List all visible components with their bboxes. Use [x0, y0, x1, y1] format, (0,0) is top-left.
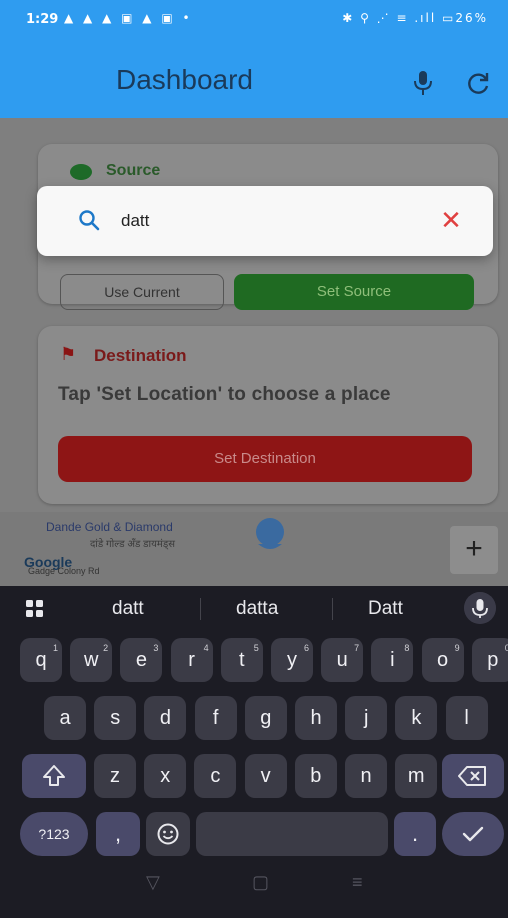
emoji-key[interactable]	[146, 812, 190, 856]
key-z[interactable]: z	[94, 754, 136, 798]
emoji-icon	[157, 823, 179, 845]
key-number-hint: 6	[303, 643, 309, 653]
key-x[interactable]: x	[144, 754, 187, 798]
key-label: p	[487, 649, 499, 671]
system-nav-bar: ▽ ▢ ≡	[0, 854, 508, 918]
key-label: i	[390, 649, 395, 671]
destination-card: ⚑ Destination Tap 'Set Location' to choo…	[38, 326, 498, 504]
suggestion-item[interactable]: datta	[236, 598, 278, 620]
map-pin-icon	[256, 518, 284, 549]
space-key[interactable]	[196, 812, 388, 856]
suggestion-divider	[332, 598, 333, 620]
period-key[interactable]: .	[394, 812, 436, 856]
app-bar: Dashboard	[0, 38, 508, 118]
key-label: w	[83, 649, 99, 671]
key-d[interactable]: d	[144, 696, 187, 740]
clear-search-button[interactable]: ✕	[435, 204, 467, 236]
key-h[interactable]: h	[295, 696, 337, 740]
destination-hint: Tap 'Set Location' to choose a place	[58, 384, 391, 405]
backspace-icon	[458, 766, 486, 786]
key-l[interactable]: l	[445, 696, 488, 740]
map-place-label: Dande Gold & Diamond	[46, 520, 173, 534]
flag-icon: ⚑	[60, 344, 77, 364]
suggestion-item[interactable]: Datt	[368, 598, 403, 620]
key-number-hint: 2	[103, 643, 109, 653]
system-status-icons: ✱ ⚲ ⋰ ≡ .ıll ▭26%	[342, 11, 488, 25]
key-w[interactable]: w2	[70, 638, 113, 682]
keyboard-microphone-icon[interactable]	[464, 592, 496, 624]
suggestion-item[interactable]: datt	[112, 598, 144, 620]
key-label: t	[239, 649, 245, 671]
key-s[interactable]: s	[94, 696, 137, 740]
key-label: y	[287, 649, 297, 671]
key-label: q	[35, 649, 47, 671]
key-r[interactable]: r4	[170, 638, 213, 682]
map-view[interactable]: Dande Gold & Diamond दांडे गोल्ड अँड डाय…	[0, 512, 508, 586]
key-number-hint: 1	[52, 643, 58, 653]
key-label: o	[437, 649, 449, 671]
key-j[interactable]: j	[345, 696, 388, 740]
key-e[interactable]: e3	[120, 638, 163, 682]
key-v[interactable]: v	[244, 754, 287, 798]
destination-title: Destination	[94, 346, 187, 365]
home-nav-icon[interactable]: ▢	[252, 872, 269, 893]
use-current-button[interactable]: Use Current	[60, 274, 224, 310]
key-f[interactable]: f	[194, 696, 237, 740]
key-number-hint: 3	[153, 643, 159, 653]
source-title: Source	[106, 162, 161, 179]
shift-icon	[43, 765, 65, 786]
key-label: r	[188, 649, 195, 671]
key-g[interactable]: g	[244, 696, 287, 740]
shift-key[interactable]	[22, 754, 86, 798]
key-label: e	[135, 649, 147, 671]
key-q[interactable]: q1	[20, 638, 62, 682]
status-bar: 1:29 ▲ ▲ ▲ ▣ ▲ ▣ • ✱ ⚲ ⋰ ≡ .ıll ▭26%	[0, 0, 508, 38]
key-number-hint: 9	[454, 643, 460, 653]
map-area-label: Gadge Colony Rd	[28, 566, 100, 576]
key-k[interactable]: k	[395, 696, 438, 740]
key-number-hint: 7	[354, 643, 360, 653]
search-icon	[79, 210, 100, 231]
key-c[interactable]: c	[194, 754, 237, 798]
key-number-hint: 8	[404, 643, 410, 653]
enter-key[interactable]	[442, 812, 504, 856]
zoom-in-button[interactable]: +	[450, 526, 498, 574]
symbols-key[interactable]: ?123	[20, 812, 88, 856]
set-source-button[interactable]: Set Source	[234, 274, 474, 310]
key-u[interactable]: u7	[321, 638, 364, 682]
apps-grid-icon[interactable]	[26, 600, 44, 618]
key-m[interactable]: m	[395, 754, 438, 798]
comma-key[interactable]: ,	[96, 812, 140, 856]
search-bar: ✕	[37, 186, 493, 256]
key-i[interactable]: i8	[371, 638, 414, 682]
key-y[interactable]: y6	[271, 638, 313, 682]
suggestion-divider	[200, 598, 201, 620]
suggestion-strip: datt datta Datt	[0, 586, 508, 630]
search-input[interactable]	[119, 204, 423, 238]
key-label: u	[336, 649, 348, 671]
back-nav-icon[interactable]: ▽	[146, 872, 160, 893]
key-a[interactable]: a	[44, 696, 86, 740]
page-title: Dashboard	[116, 64, 253, 95]
key-o[interactable]: o9	[421, 638, 464, 682]
backspace-key[interactable]	[442, 754, 504, 798]
key-b[interactable]: b	[294, 754, 337, 798]
key-p[interactable]: p0	[471, 638, 508, 682]
key-number-hint: 5	[253, 643, 259, 653]
refresh-icon[interactable]	[466, 70, 492, 96]
microphone-icon[interactable]	[410, 68, 436, 98]
on-screen-keyboard: datt datta Datt q1w2e3r4t5y6u7i8o9p0 asd…	[0, 586, 508, 918]
notification-icons: ▲ ▲ ▲ ▣ ▲ ▣ •	[64, 11, 193, 25]
status-time: 1:29	[26, 12, 59, 27]
set-destination-button[interactable]: Set Destination	[58, 436, 472, 482]
source-location-icon	[70, 164, 92, 180]
recents-nav-icon[interactable]: ≡	[352, 872, 363, 893]
map-place-subtitle: दांडे गोल्ड अँड डायमंड्स	[90, 539, 175, 550]
key-t[interactable]: t5	[220, 638, 263, 682]
key-n[interactable]: n	[345, 754, 387, 798]
checkmark-icon	[462, 826, 484, 842]
key-number-hint: 4	[203, 643, 209, 653]
